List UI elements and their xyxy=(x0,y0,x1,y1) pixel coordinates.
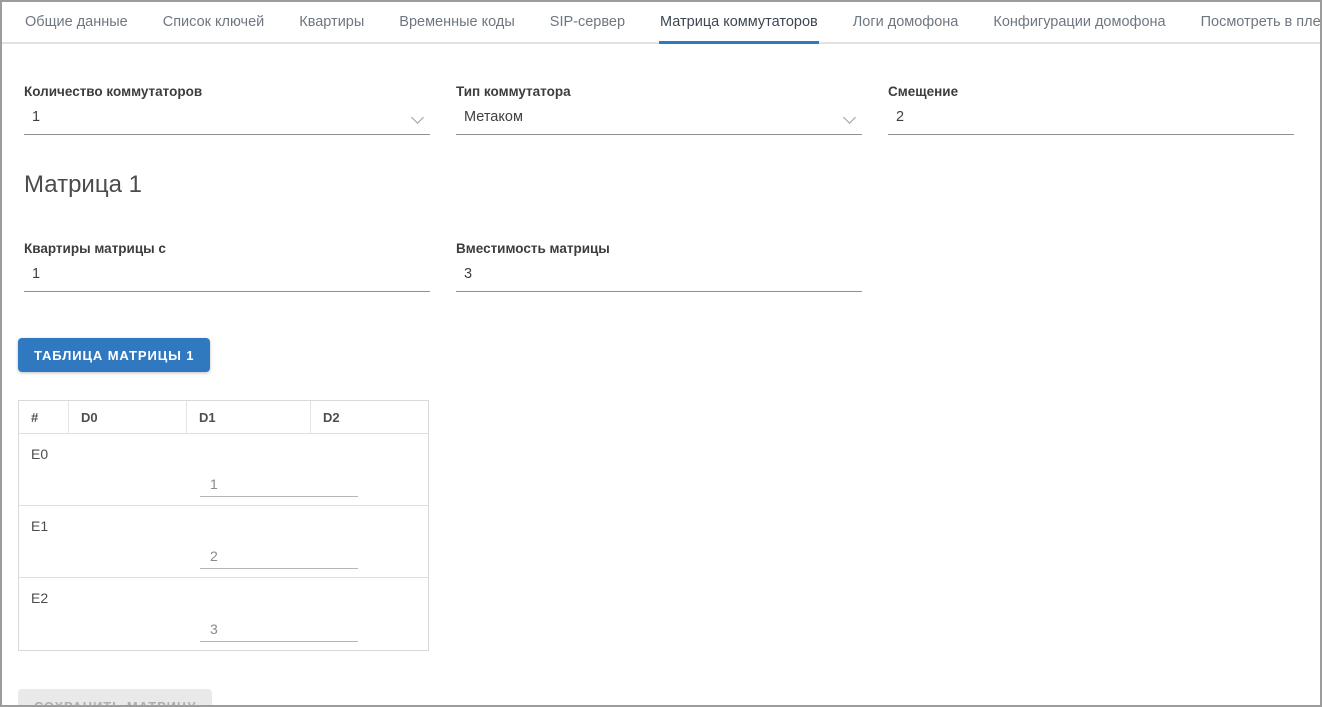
chevron-down-icon xyxy=(411,111,424,124)
column-header-d0: D0 xyxy=(68,401,186,433)
tab-temporary-codes[interactable]: Временные коды xyxy=(398,2,516,44)
offset-label: Смещение xyxy=(888,84,1294,99)
switch-count-field: Количество коммутаторов 1 xyxy=(24,84,430,135)
tab-apartments[interactable]: Квартиры xyxy=(298,2,365,44)
switch-count-value: 1 xyxy=(32,109,40,125)
matrix-form: Квартиры матрицы с Вместимость матрицы xyxy=(24,241,1294,292)
table-row-e1: E1 xyxy=(19,506,428,578)
row-label: E0 xyxy=(31,446,48,462)
tab-view-in-player[interactable]: Посмотреть в плеере xyxy=(1200,2,1322,44)
column-header-d2: D2 xyxy=(310,401,428,433)
offset-field: Смещение xyxy=(888,84,1294,135)
matrix-cell-input-e0-d1[interactable] xyxy=(200,474,358,497)
apartments-from-input[interactable] xyxy=(32,266,406,282)
capacity-field: Вместимость матрицы xyxy=(456,241,862,292)
tab-general-data[interactable]: Общие данные xyxy=(24,2,129,44)
save-matrix-button[interactable]: СОХРАНИТЬ МАТРИЦУ xyxy=(18,689,212,707)
switch-type-select[interactable]: Метаком xyxy=(456,105,862,135)
row-label: E1 xyxy=(31,518,48,534)
matrix-table-header: # D0 D1 D2 xyxy=(19,401,428,434)
apartments-from-field: Квартиры матрицы с xyxy=(24,241,430,292)
apartments-from-input-wrap xyxy=(24,262,430,292)
offset-input-wrap xyxy=(888,105,1294,135)
row-label: E2 xyxy=(31,590,48,606)
switch-type-label: Тип коммутатора xyxy=(456,84,862,99)
switch-count-select[interactable]: 1 xyxy=(24,105,430,135)
column-header-hash: # xyxy=(19,401,68,433)
intercom-settings-page: Общие данные Список ключей Квартиры Врем… xyxy=(0,0,1322,707)
chevron-down-icon xyxy=(843,111,856,124)
tab-intercom-configs[interactable]: Конфигурации домофона xyxy=(992,2,1166,44)
capacity-input-wrap xyxy=(456,262,862,292)
capacity-input[interactable] xyxy=(464,266,838,282)
tab-bar: Общие данные Список ключей Квартиры Врем… xyxy=(2,2,1320,44)
apartments-from-label: Квартиры матрицы с xyxy=(24,241,430,256)
table-row-e0: E0 xyxy=(19,434,428,506)
matrix-cell-input-e2-d1[interactable] xyxy=(200,619,358,642)
settings-form: Количество коммутаторов 1 Тип коммутатор… xyxy=(24,84,1294,135)
matrix-section-title: Матрица 1 xyxy=(24,171,1294,199)
matrix-table: # D0 D1 D2 E0 E1 E2 xyxy=(18,400,429,651)
switch-type-field: Тип коммутатора Метаком xyxy=(456,84,862,135)
switch-count-label: Количество коммутаторов xyxy=(24,84,430,99)
switch-type-value: Метаком xyxy=(464,109,523,125)
main-content: Количество коммутаторов 1 Тип коммутатор… xyxy=(2,84,1320,707)
matrix-cell-input-e1-d1[interactable] xyxy=(200,546,358,569)
tab-sip-server[interactable]: SIP-сервер xyxy=(549,2,626,44)
column-header-d1: D1 xyxy=(186,401,310,433)
capacity-label: Вместимость матрицы xyxy=(456,241,862,256)
matrix-table-button[interactable]: ТАБЛИЦА МАТРИЦЫ 1 xyxy=(18,338,210,372)
tab-intercom-logs[interactable]: Логи домофона xyxy=(852,2,960,44)
tab-key-list[interactable]: Список ключей xyxy=(162,2,266,44)
tab-switch-matrix[interactable]: Матрица коммутаторов xyxy=(659,2,819,44)
offset-input[interactable] xyxy=(896,109,1270,125)
table-row-e2: E2 xyxy=(19,578,428,650)
